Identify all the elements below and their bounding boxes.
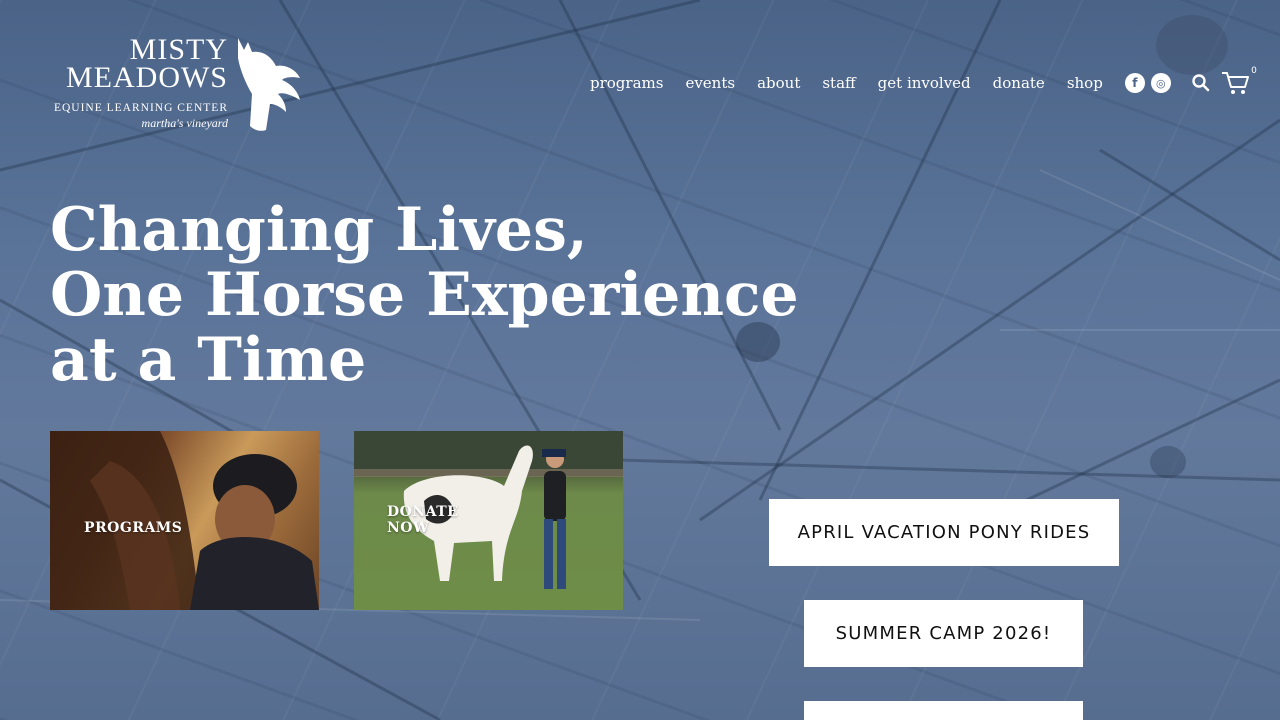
programs-tile[interactable]: PROGRAMS <box>50 431 319 610</box>
third-cta-button[interactable] <box>804 701 1083 720</box>
logo-tagline: EQUINE LEARNING CENTER <box>53 102 228 114</box>
hero-line-2: One Horse Experience <box>50 260 799 330</box>
nav-get-involved[interactable]: get involved <box>878 74 971 92</box>
summer-camp-button[interactable]: SUMMER CAMP 2026! <box>804 600 1083 667</box>
programs-tile-label: PROGRAMS <box>84 520 183 536</box>
donate-tile-label-line-2: NOW <box>387 520 430 536</box>
nav-events[interactable]: events <box>685 74 735 92</box>
main-nav: programs events about staff get involved… <box>590 66 1257 96</box>
logo-location: martha's vineyard <box>141 116 228 130</box>
logo-line-meadows: MEADOWS <box>66 61 228 94</box>
logo-line-misty: MISTY <box>129 33 228 66</box>
hero-line-1: Changing Lives, <box>50 195 588 265</box>
donate-tile-label-line-1: DONATE <box>387 504 459 520</box>
cart-button[interactable]: 0 <box>1221 66 1257 96</box>
hero-headline: Changing Lives, One Horse Experience at … <box>50 198 810 393</box>
hero-line-3: at a Time <box>50 325 367 395</box>
search-icon[interactable] <box>1191 73 1211 93</box>
header-icons: f ◎ 0 <box>1124 66 1257 96</box>
instagram-icon[interactable]: ◎ <box>1150 73 1171 93</box>
nav-programs[interactable]: programs <box>590 74 663 92</box>
cart-count: 0 <box>1251 66 1257 76</box>
cart-icon <box>1221 72 1249 94</box>
logo-wordmark: MISTY MEADOWS EQUINE LEARNING CENTER mar… <box>48 33 228 131</box>
site-logo[interactable]: MISTY MEADOWS EQUINE LEARNING CENTER mar… <box>48 33 308 132</box>
facebook-icon[interactable]: f <box>1124 73 1145 93</box>
horse-head-icon <box>238 38 300 131</box>
donate-tile-label: DONATE NOW <box>387 504 458 536</box>
nav-shop[interactable]: shop <box>1067 74 1103 92</box>
nav-staff[interactable]: staff <box>822 74 855 92</box>
nav-donate[interactable]: donate <box>993 74 1045 92</box>
nav-about[interactable]: about <box>757 74 800 92</box>
donate-tile[interactable]: DONATE NOW <box>354 431 623 610</box>
april-vacation-pony-rides-button[interactable]: APRIL VACATION PONY RIDES <box>769 499 1119 566</box>
